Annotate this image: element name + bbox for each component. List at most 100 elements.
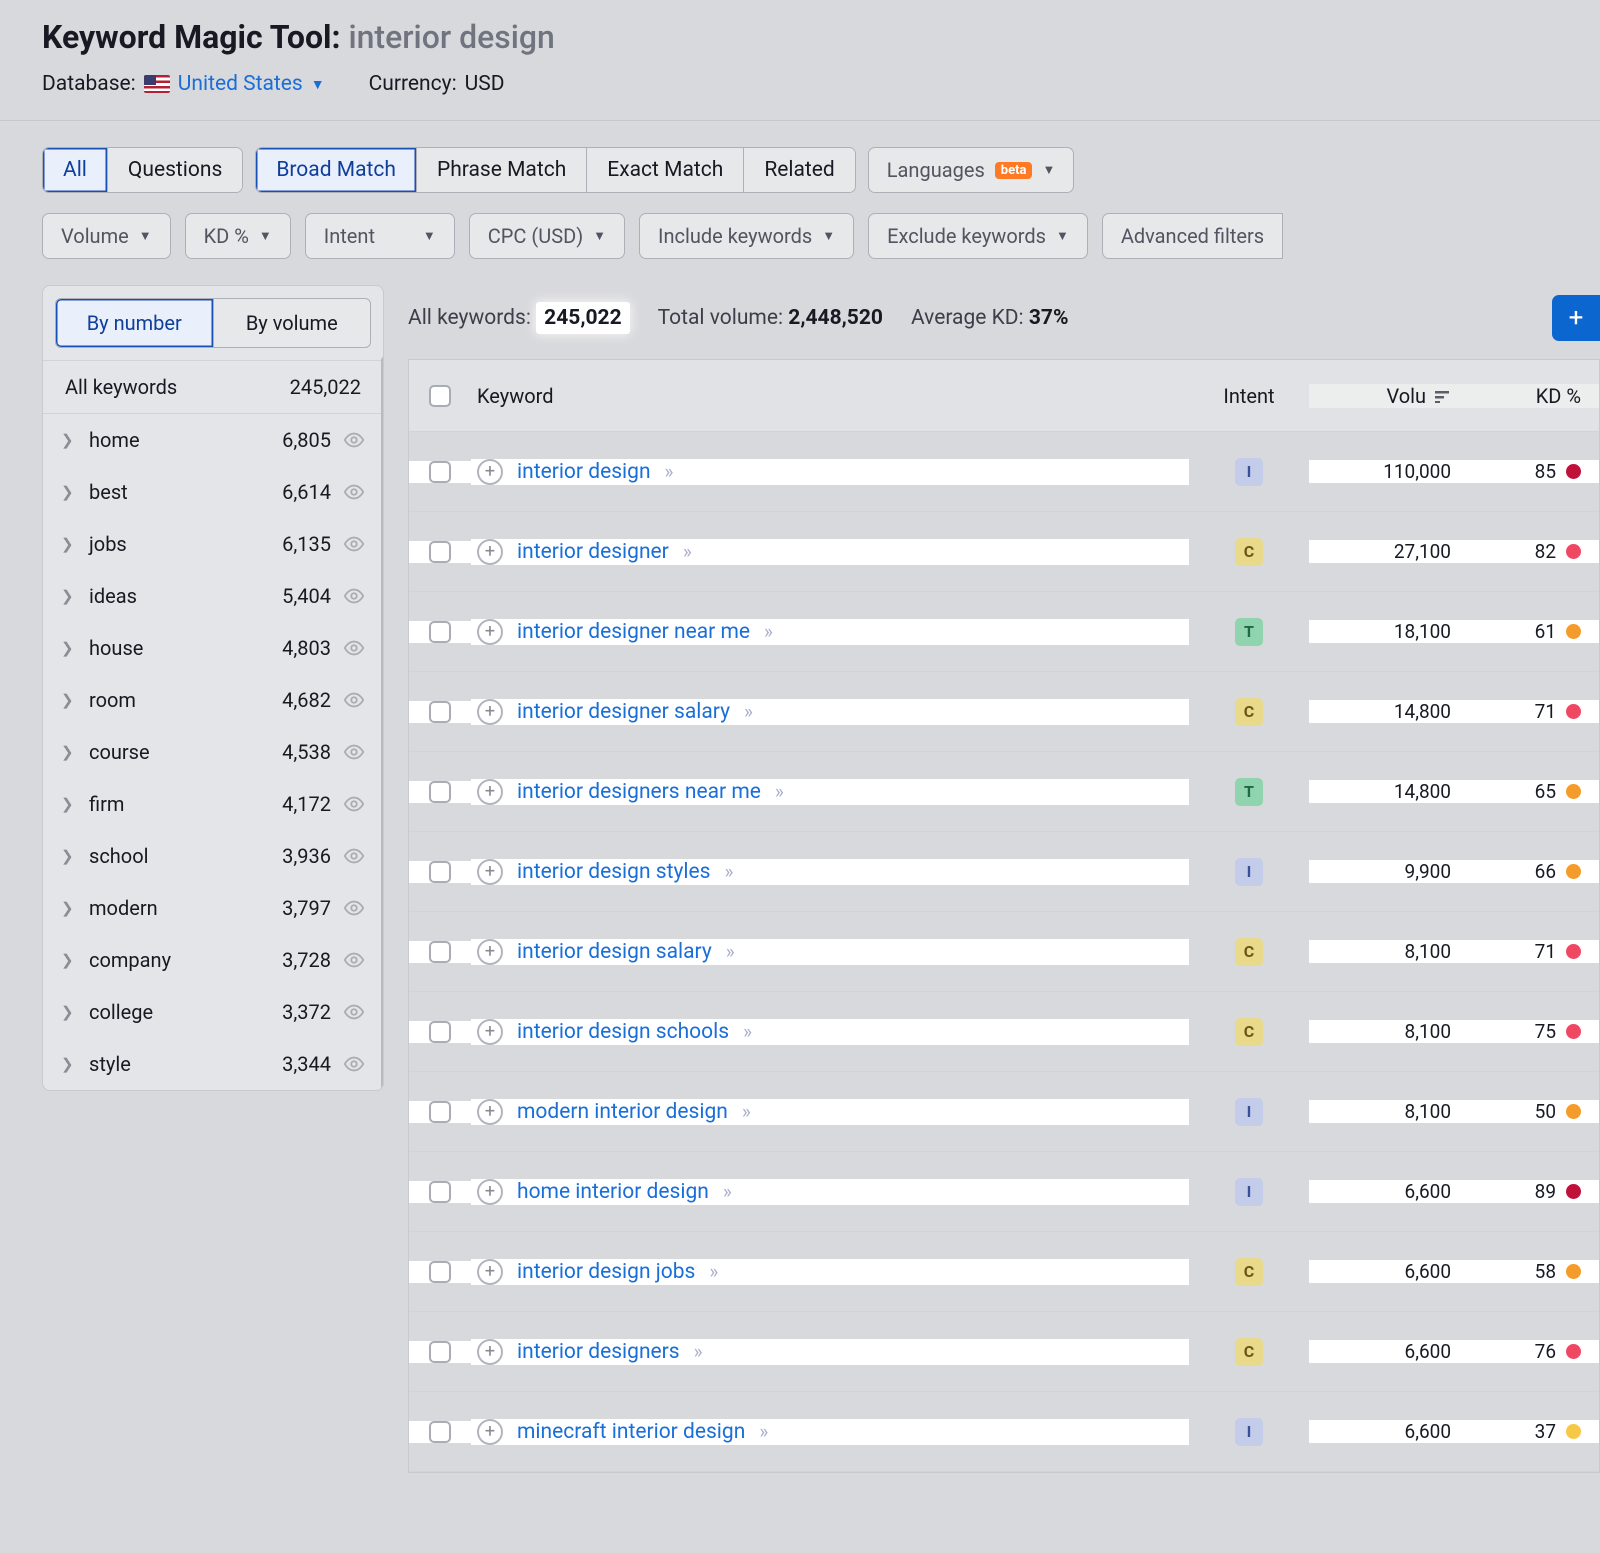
filter-volume[interactable]: Volume▼ <box>42 213 171 259</box>
filter-exclude-keywords[interactable]: Exclude keywords▼ <box>868 213 1088 259</box>
open-serp-icon[interactable]: » <box>764 620 769 643</box>
sidebar-group-firm[interactable]: ❯firm4,172 <box>43 778 383 830</box>
row-checkbox[interactable] <box>429 461 451 483</box>
open-serp-icon[interactable]: » <box>665 460 670 483</box>
tab-exact-match[interactable]: Exact Match <box>587 148 744 192</box>
sidebar-group-style[interactable]: ❯style3,344 <box>43 1038 383 1090</box>
eye-icon[interactable] <box>343 793 365 815</box>
tab-all[interactable]: All <box>43 148 108 192</box>
row-checkbox[interactable] <box>429 1341 451 1363</box>
row-checkbox[interactable] <box>429 1021 451 1043</box>
add-to-list-button[interactable]: + <box>1552 295 1600 341</box>
sidebar-all-keywords[interactable]: All keywords 245,022 <box>43 361 383 414</box>
keyword-link[interactable]: interior designer salary <box>517 700 730 724</box>
tab-phrase-match[interactable]: Phrase Match <box>417 148 587 192</box>
row-checkbox[interactable] <box>429 701 451 723</box>
expand-keyword-icon[interactable]: + <box>477 539 503 565</box>
open-serp-icon[interactable]: » <box>724 860 729 883</box>
sidebar-group-best[interactable]: ❯best6,614 <box>43 466 383 518</box>
keyword-link[interactable]: home interior design <box>517 1180 709 1204</box>
sidebar-group-room[interactable]: ❯room4,682 <box>43 674 383 726</box>
row-checkbox[interactable] <box>429 1101 451 1123</box>
eye-icon[interactable] <box>343 897 365 919</box>
keyword-link[interactable]: interior design schools <box>517 1020 729 1044</box>
row-checkbox[interactable] <box>429 861 451 883</box>
filter-include-keywords[interactable]: Include keywords▼ <box>639 213 854 259</box>
expand-keyword-icon[interactable]: + <box>477 859 503 885</box>
keyword-link[interactable]: interior design salary <box>517 940 712 964</box>
eye-icon[interactable] <box>343 429 365 451</box>
sidebar-group-home[interactable]: ❯home6,805 <box>43 414 383 466</box>
eye-icon[interactable] <box>343 585 365 607</box>
expand-keyword-icon[interactable]: + <box>477 459 503 485</box>
tab-broad-match[interactable]: Broad Match <box>256 148 417 192</box>
expand-keyword-icon[interactable]: + <box>477 779 503 805</box>
expand-keyword-icon[interactable]: + <box>477 699 503 725</box>
open-serp-icon[interactable]: » <box>726 940 731 963</box>
keyword-link[interactable]: interior design styles <box>517 860 710 884</box>
tab-questions[interactable]: Questions <box>108 148 242 192</box>
filter-kd[interactable]: KD %▼ <box>185 213 291 259</box>
row-checkbox[interactable] <box>429 781 451 803</box>
scrollbar[interactable] <box>381 356 384 1091</box>
filter-intent[interactable]: Intent▼ <box>305 213 455 259</box>
eye-icon[interactable] <box>343 533 365 555</box>
sidebar-group-company[interactable]: ❯company3,728 <box>43 934 383 986</box>
eye-icon[interactable] <box>343 689 365 711</box>
keyword-link[interactable]: modern interior design <box>517 1100 728 1124</box>
expand-keyword-icon[interactable]: + <box>477 939 503 965</box>
row-checkbox[interactable] <box>429 941 451 963</box>
expand-keyword-icon[interactable]: + <box>477 1259 503 1285</box>
open-serp-icon[interactable]: » <box>759 1420 764 1443</box>
column-volume[interactable]: Volu <box>1309 384 1469 408</box>
expand-keyword-icon[interactable]: + <box>477 1339 503 1365</box>
sidebar-group-modern[interactable]: ❯modern3,797 <box>43 882 383 934</box>
open-serp-icon[interactable]: » <box>683 540 688 563</box>
sidebar-group-college[interactable]: ❯college3,372 <box>43 986 383 1038</box>
expand-keyword-icon[interactable]: + <box>477 1099 503 1125</box>
open-serp-icon[interactable]: » <box>694 1340 699 1363</box>
row-checkbox[interactable] <box>429 621 451 643</box>
row-checkbox[interactable] <box>429 541 451 563</box>
sidebar-group-ideas[interactable]: ❯ideas5,404 <box>43 570 383 622</box>
row-checkbox[interactable] <box>429 1421 451 1443</box>
open-serp-icon[interactable]: » <box>743 1020 748 1043</box>
row-checkbox[interactable] <box>429 1181 451 1203</box>
eye-icon[interactable] <box>343 1001 365 1023</box>
eye-icon[interactable] <box>343 637 365 659</box>
expand-keyword-icon[interactable]: + <box>477 1019 503 1045</box>
keyword-link[interactable]: minecraft interior design <box>517 1420 745 1444</box>
select-all-checkbox[interactable] <box>429 385 451 407</box>
languages-dropdown[interactable]: Languages beta ▼ <box>868 147 1075 193</box>
column-kd[interactable]: KD % <box>1469 384 1599 408</box>
keyword-link[interactable]: interior designers <box>517 1340 680 1364</box>
keyword-link[interactable]: interior design jobs <box>517 1260 695 1284</box>
expand-keyword-icon[interactable]: + <box>477 1419 503 1445</box>
eye-icon[interactable] <box>343 845 365 867</box>
keyword-link[interactable]: interior designers near me <box>517 780 761 804</box>
open-serp-icon[interactable]: » <box>709 1260 714 1283</box>
sort-by-number[interactable]: By number <box>55 298 214 348</box>
column-intent[interactable]: Intent <box>1189 384 1309 408</box>
keyword-link[interactable]: interior design <box>517 460 651 484</box>
open-serp-icon[interactable]: » <box>775 780 780 803</box>
sidebar-group-jobs[interactable]: ❯jobs6,135 <box>43 518 383 570</box>
tab-related[interactable]: Related <box>744 148 854 192</box>
eye-icon[interactable] <box>343 1053 365 1075</box>
open-serp-icon[interactable]: » <box>723 1180 728 1203</box>
column-keyword[interactable]: Keyword <box>471 384 1189 408</box>
keyword-link[interactable]: interior designer <box>517 540 669 564</box>
open-serp-icon[interactable]: » <box>742 1100 747 1123</box>
database-selector[interactable]: Database: United States ▼ <box>42 72 325 96</box>
row-checkbox[interactable] <box>429 1261 451 1283</box>
filter-cpc[interactable]: CPC (USD)▼ <box>469 213 625 259</box>
open-serp-icon[interactable]: » <box>744 700 749 723</box>
sort-by-volume[interactable]: By volume <box>214 298 372 348</box>
sidebar-group-school[interactable]: ❯school3,936 <box>43 830 383 882</box>
expand-keyword-icon[interactable]: + <box>477 619 503 645</box>
filter-advanced[interactable]: Advanced filters <box>1102 213 1283 259</box>
sidebar-group-house[interactable]: ❯house4,803 <box>43 622 383 674</box>
eye-icon[interactable] <box>343 481 365 503</box>
eye-icon[interactable] <box>343 741 365 763</box>
keyword-link[interactable]: interior designer near me <box>517 620 750 644</box>
